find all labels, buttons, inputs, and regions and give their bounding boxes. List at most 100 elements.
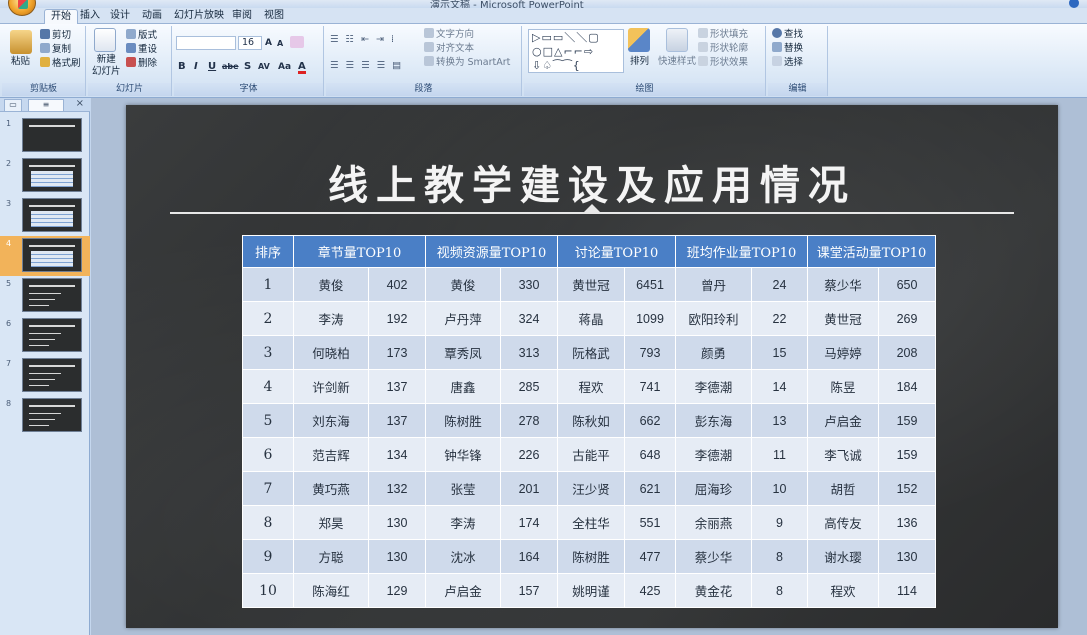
value-cell[interactable]: 648: [624, 437, 676, 472]
value-cell[interactable]: 114: [878, 573, 936, 608]
rank-cell[interactable]: 5: [242, 403, 294, 438]
grow-font-button[interactable]: A: [265, 36, 272, 50]
rank-cell[interactable]: 9: [242, 539, 294, 574]
value-cell[interactable]: 650: [878, 267, 936, 302]
quick-styles-icon[interactable]: [666, 28, 688, 52]
name-cell[interactable]: 卢启金: [807, 403, 879, 438]
name-cell[interactable]: 卢启金: [425, 573, 501, 608]
value-cell[interactable]: 425: [624, 573, 676, 608]
tab-animation[interactable]: 动画: [136, 9, 168, 24]
name-cell[interactable]: 刘东海: [293, 403, 369, 438]
value-cell[interactable]: 184: [878, 369, 936, 404]
rank-cell[interactable]: 3: [242, 335, 294, 370]
rank-cell[interactable]: 7: [242, 471, 294, 506]
name-cell[interactable]: 范吉辉: [293, 437, 369, 472]
name-cell[interactable]: 李涛: [293, 301, 369, 336]
cut-button[interactable]: 剪切: [40, 29, 71, 42]
tab-design[interactable]: 设计: [104, 9, 136, 24]
name-cell[interactable]: 黄俊: [425, 267, 501, 302]
name-cell[interactable]: 黄巧燕: [293, 471, 369, 506]
value-cell[interactable]: 285: [500, 369, 558, 404]
value-cell[interactable]: 278: [500, 403, 558, 438]
convert-smartart-button[interactable]: 转换为 SmartArt: [424, 56, 510, 69]
name-cell[interactable]: 汪少贤: [557, 471, 625, 506]
name-cell[interactable]: 李涛: [425, 505, 501, 540]
value-cell[interactable]: 621: [624, 471, 676, 506]
slide-thumbnail[interactable]: 2: [0, 156, 90, 196]
value-cell[interactable]: 662: [624, 403, 676, 438]
name-cell[interactable]: 胡哲: [807, 471, 879, 506]
rank-cell[interactable]: 6: [242, 437, 294, 472]
text-direction-button[interactable]: 文字方向: [424, 28, 474, 41]
value-cell[interactable]: 134: [368, 437, 426, 472]
help-icon[interactable]: [1069, 0, 1079, 8]
copy-button[interactable]: 复制: [40, 43, 71, 56]
find-button[interactable]: 查找: [772, 28, 803, 41]
name-cell[interactable]: 欧阳玲利: [675, 301, 752, 336]
value-cell[interactable]: 269: [878, 301, 936, 336]
value-cell[interactable]: 330: [500, 267, 558, 302]
value-cell[interactable]: 22: [751, 301, 808, 336]
value-cell[interactable]: 208: [878, 335, 936, 370]
name-cell[interactable]: 马婷婷: [807, 335, 879, 370]
clear-format-icon[interactable]: [290, 36, 304, 48]
value-cell[interactable]: 157: [500, 573, 558, 608]
name-cell[interactable]: 黄金花: [675, 573, 752, 608]
slide[interactable]: 线上教学建设及应用情况 排序 章节量TOP10 视频资源量TOP10 讨论量TO…: [126, 105, 1058, 628]
name-cell[interactable]: 颜勇: [675, 335, 752, 370]
name-cell[interactable]: 蔡少华: [807, 267, 879, 302]
name-cell[interactable]: 陈树胜: [557, 539, 625, 574]
change-case-button[interactable]: Aa: [278, 60, 291, 74]
list-buttons-icon[interactable]: ☰ ☷ ⇤ ⇥ ⁞: [330, 34, 396, 46]
name-cell[interactable]: 张莹: [425, 471, 501, 506]
value-cell[interactable]: 226: [500, 437, 558, 472]
name-cell[interactable]: 蒋晶: [557, 301, 625, 336]
slides-tab[interactable]: ▭: [4, 99, 22, 111]
name-cell[interactable]: 姚明谨: [557, 573, 625, 608]
slide-thumbnail[interactable]: 7: [0, 356, 90, 396]
outline-tab[interactable]: ≡: [28, 99, 64, 111]
value-cell[interactable]: 8: [751, 539, 808, 574]
name-cell[interactable]: 李德潮: [675, 369, 752, 404]
value-cell[interactable]: 174: [500, 505, 558, 540]
value-cell[interactable]: 130: [368, 505, 426, 540]
name-cell[interactable]: 陈秋如: [557, 403, 625, 438]
name-cell[interactable]: 黄俊: [293, 267, 369, 302]
value-cell[interactable]: 14: [751, 369, 808, 404]
value-cell[interactable]: 129: [368, 573, 426, 608]
value-cell[interactable]: 10: [751, 471, 808, 506]
name-cell[interactable]: 钟华锋: [425, 437, 501, 472]
slide-thumbnail[interactable]: 3: [0, 196, 90, 236]
name-cell[interactable]: 方聪: [293, 539, 369, 574]
shape-outline-button[interactable]: 形状轮廓: [698, 42, 748, 55]
rank-cell[interactable]: 8: [242, 505, 294, 540]
value-cell[interactable]: 137: [368, 403, 426, 438]
name-cell[interactable]: 卢丹萍: [425, 301, 501, 336]
rank-cell[interactable]: 10: [242, 573, 294, 608]
name-cell[interactable]: 谢水璎: [807, 539, 879, 574]
slide-title[interactable]: 线上教学建设及应用情况: [126, 153, 1058, 211]
value-cell[interactable]: 8: [751, 573, 808, 608]
name-cell[interactable]: 李飞诚: [807, 437, 879, 472]
rank-cell[interactable]: 4: [242, 369, 294, 404]
name-cell[interactable]: 高传友: [807, 505, 879, 540]
paste-button[interactable]: 粘贴: [11, 56, 30, 68]
value-cell[interactable]: 6451: [624, 267, 676, 302]
shrink-font-button[interactable]: A: [277, 37, 283, 51]
name-cell[interactable]: 屈海珍: [675, 471, 752, 506]
italic-button[interactable]: I: [194, 60, 198, 74]
name-cell[interactable]: 沈冰: [425, 539, 501, 574]
reset-button[interactable]: 重设: [126, 43, 157, 56]
name-cell[interactable]: 何晓柏: [293, 335, 369, 370]
new-slide-button[interactable]: 新建 幻灯片: [92, 54, 121, 78]
strikethrough-button[interactable]: abe: [222, 60, 239, 74]
align-text-button[interactable]: 对齐文本: [424, 42, 474, 55]
value-cell[interactable]: 15: [751, 335, 808, 370]
rank-cell[interactable]: 2: [242, 301, 294, 336]
value-cell[interactable]: 324: [500, 301, 558, 336]
name-cell[interactable]: 阮格武: [557, 335, 625, 370]
name-cell[interactable]: 黄世冠: [807, 301, 879, 336]
tab-insert[interactable]: 插入: [74, 9, 106, 24]
name-cell[interactable]: 覃秀凤: [425, 335, 501, 370]
name-cell[interactable]: 陈昱: [807, 369, 879, 404]
